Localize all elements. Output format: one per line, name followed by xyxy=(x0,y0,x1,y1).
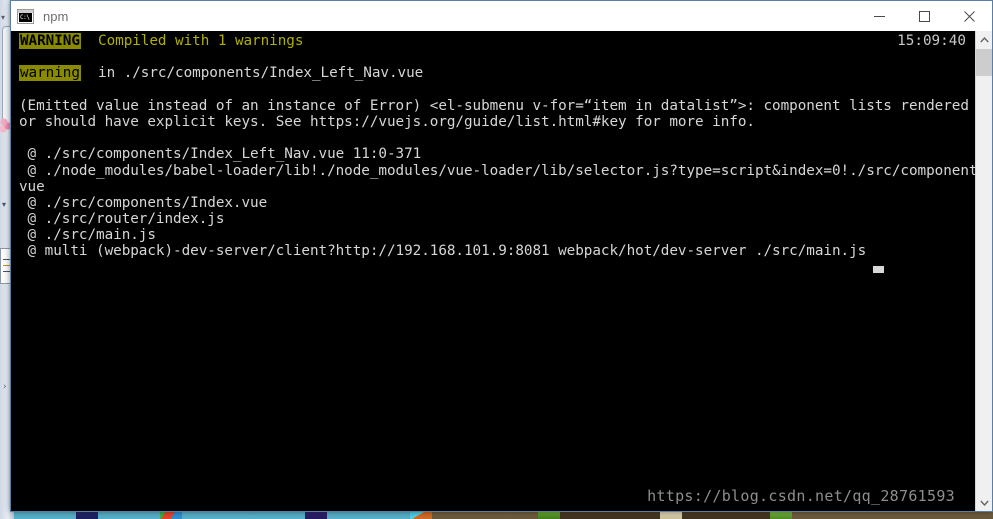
screen-root: ▾ ▾ › C:\ npm WARNING Compiled with 1 wa… xyxy=(0,0,993,519)
maximize-button[interactable] xyxy=(902,1,947,31)
minimize-button[interactable] xyxy=(857,1,902,31)
console-line xyxy=(19,49,975,65)
window-title: npm xyxy=(43,8,69,24)
console-line: or should have explicit keys. See https:… xyxy=(19,114,975,130)
maximize-icon xyxy=(919,10,930,22)
scroll-up-button[interactable] xyxy=(976,31,992,48)
console-line-text xyxy=(19,130,28,146)
scroll-down-button[interactable] xyxy=(976,494,992,511)
console-severity-tag: WARNING xyxy=(19,33,81,49)
chevron-up-icon xyxy=(979,36,989,42)
console-line: WARNING Compiled with 1 warnings xyxy=(19,33,975,49)
console-line: @ ./src/components/Index_Left_Nav.vue 11… xyxy=(19,146,975,162)
npm-console-window: C:\ npm WARNING Compiled with 1 warnings… xyxy=(10,0,993,512)
console-severity-tag: warning xyxy=(19,65,81,82)
dropdown-arrow-icon[interactable]: ▾ xyxy=(1,14,5,22)
background-marker-icon: › xyxy=(3,382,7,392)
console-line-text xyxy=(19,82,28,98)
console-line-text: (Emitted value instead of an instance of… xyxy=(19,97,975,114)
console-line-text: Compiled with 1 warnings xyxy=(80,33,304,49)
scrollbar-thumb[interactable] xyxy=(976,49,992,76)
icon-screen-text: C:\ xyxy=(19,12,32,22)
watermark-text: https://blog.csdn.net/qq_28761593 xyxy=(647,487,955,505)
chevron-down-icon xyxy=(979,500,989,506)
console-line: @ ./src/router/index.js xyxy=(19,211,975,227)
console-line: (Emitted value instead of an instance of… xyxy=(19,98,975,114)
console-line: @ ./src/components/Index.vue xyxy=(19,195,975,211)
close-icon xyxy=(964,10,975,22)
console-scrollbar[interactable] xyxy=(975,31,992,511)
window-control-buttons xyxy=(857,1,992,31)
window-titlebar[interactable]: C:\ npm xyxy=(11,1,992,32)
console-line-text: @ ./src/components/Index_Left_Nav.vue 11… xyxy=(19,146,422,163)
console-line: vue xyxy=(19,179,975,195)
console-line: warning in ./src/components/Index_Left_N… xyxy=(19,65,975,82)
console-line-text: vue xyxy=(19,178,45,195)
console-line-text: @ multi (webpack)-dev-server/client?http… xyxy=(19,243,867,260)
console-line-text: in ./src/components/Index_Left_Nav.vue xyxy=(80,65,424,82)
chevron-down-icon[interactable]: ▾ xyxy=(2,200,6,209)
console-line-text: @ ./src/main.js xyxy=(19,227,156,244)
text-cursor xyxy=(873,266,884,273)
cmd-console-icon: C:\ xyxy=(17,8,34,24)
console-line-text: @ ./src/components/Index.vue xyxy=(19,194,268,211)
minimize-icon xyxy=(874,15,885,17)
console-line: @ multi (webpack)-dev-server/client?http… xyxy=(19,243,975,259)
console-line-text: or should have explicit keys. See https:… xyxy=(19,113,755,130)
console-line: @ ./src/main.js xyxy=(19,227,975,243)
console-line-text: @ ./src/router/index.js xyxy=(19,211,225,228)
console-line-text: @ ./node_modules/babel-loader/lib!./node… xyxy=(19,162,975,179)
console-line xyxy=(19,82,975,98)
console-output: WARNING Compiled with 1 warnings warning… xyxy=(19,33,975,260)
console-line-text xyxy=(19,49,28,65)
console-line: @ ./node_modules/babel-loader/lib!./node… xyxy=(19,163,975,179)
console-timestamp: 15:09:40 xyxy=(897,33,966,49)
console-line xyxy=(19,130,975,146)
console-body[interactable]: WARNING Compiled with 1 warnings warning… xyxy=(11,31,992,511)
close-button[interactable] xyxy=(947,1,992,31)
console-text-viewport: WARNING Compiled with 1 warnings warning… xyxy=(11,31,975,511)
